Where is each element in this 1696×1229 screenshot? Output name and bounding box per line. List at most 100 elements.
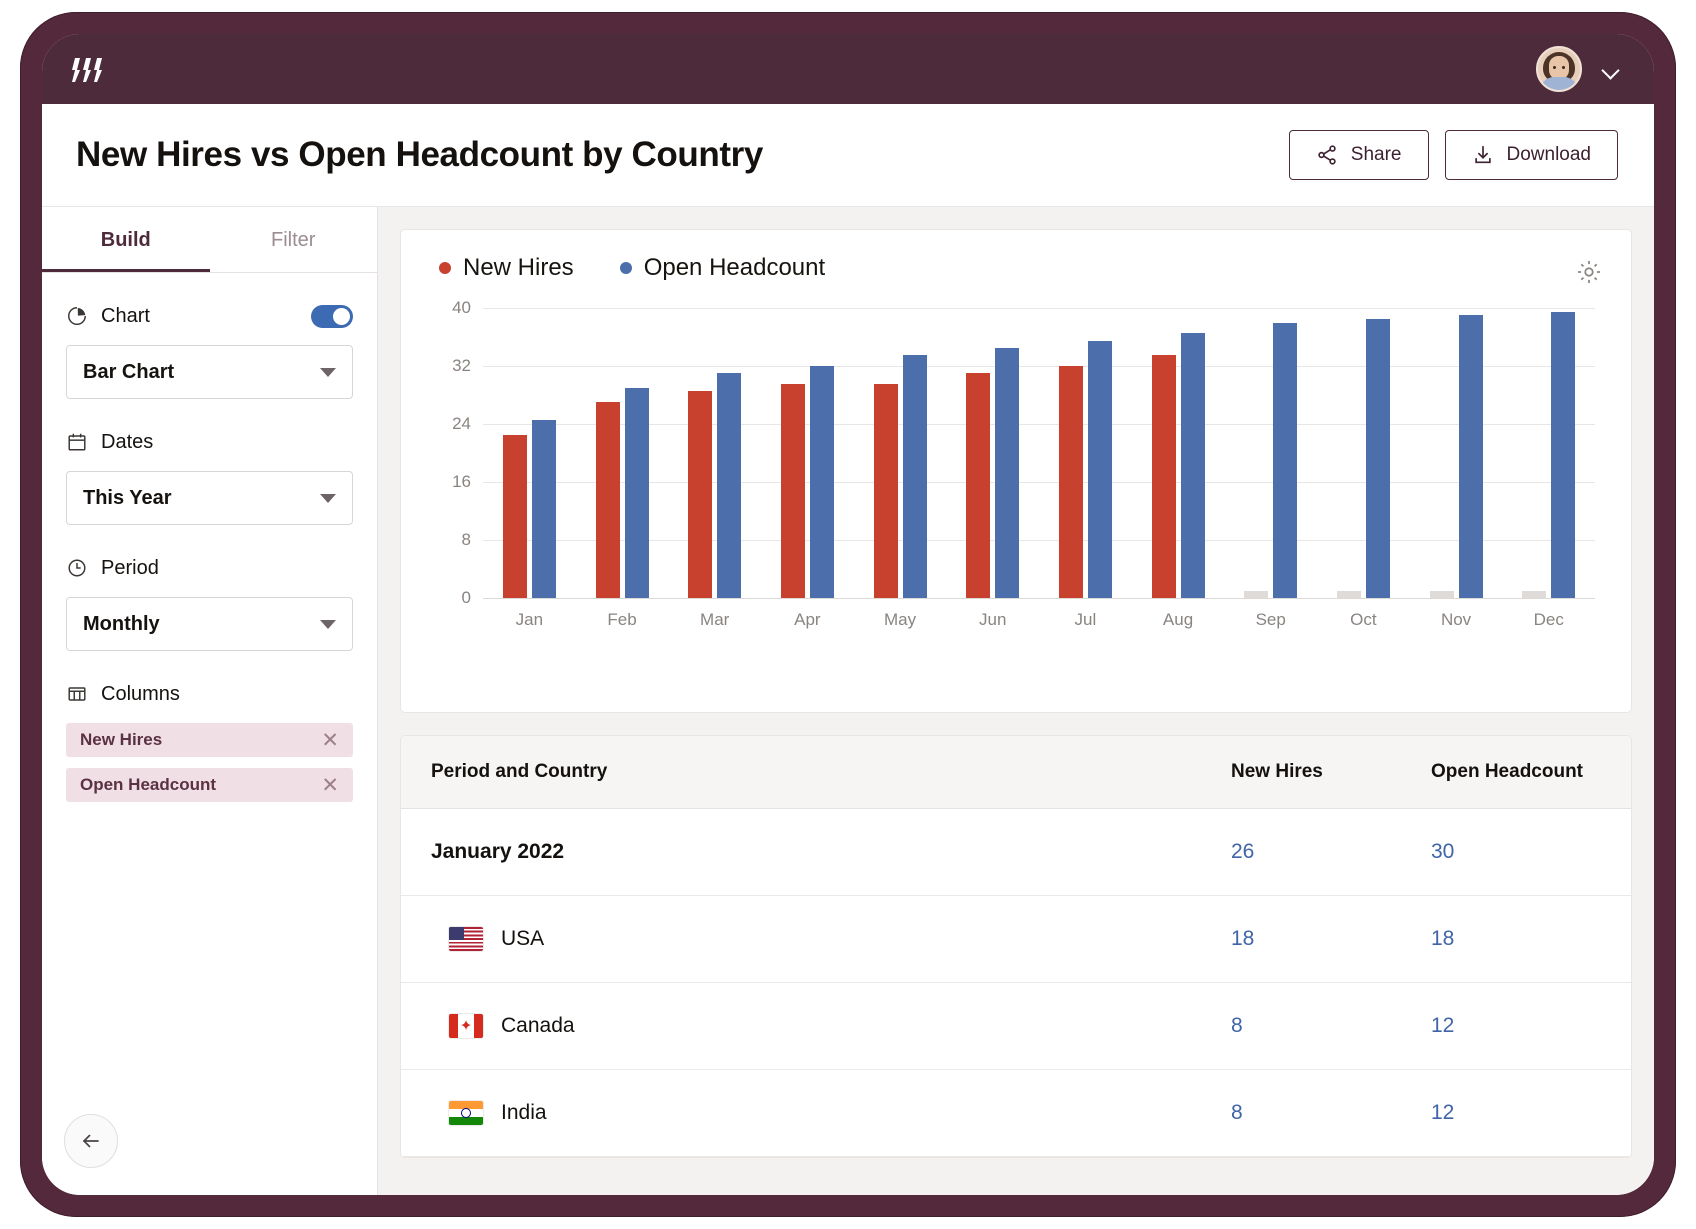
- table-cell-new-hires: 26: [1231, 840, 1431, 864]
- tablet-device-frame: New Hires vs Open Headcount by Country S…: [20, 12, 1676, 1217]
- chart-field: Chart Bar Chart: [66, 301, 353, 399]
- bar-open-headcount[interactable]: [810, 366, 834, 598]
- x-axis-tick: Sep: [1224, 610, 1317, 630]
- x-axis-tick: Jun: [946, 610, 1039, 630]
- remove-icon[interactable]: ✕: [321, 730, 339, 751]
- open-headcount-value[interactable]: 30: [1431, 840, 1454, 863]
- bar-new-hires[interactable]: [1059, 366, 1083, 598]
- bar-new-hires[interactable]: [1244, 591, 1268, 598]
- gear-icon[interactable]: [1575, 258, 1603, 286]
- bar-group: [761, 308, 854, 598]
- bar-new-hires[interactable]: [1152, 355, 1176, 598]
- legend-label: New Hires: [463, 254, 574, 282]
- period-select[interactable]: Monthly: [66, 597, 353, 651]
- bar-open-headcount[interactable]: [903, 355, 927, 598]
- x-axis-tick: Aug: [1132, 610, 1225, 630]
- period-value: Monthly: [83, 613, 160, 636]
- legend-item-open-headcount[interactable]: Open Headcount: [620, 254, 825, 282]
- share-label: Share: [1351, 144, 1402, 166]
- back-button[interactable]: [64, 1114, 118, 1168]
- bar-open-headcount[interactable]: [1273, 323, 1297, 599]
- new-hires-value[interactable]: 8: [1231, 1014, 1243, 1037]
- table-row[interactable]: India 8 12: [401, 1070, 1631, 1157]
- x-axis-tick: Jan: [483, 610, 576, 630]
- new-hires-value[interactable]: 26: [1231, 840, 1254, 863]
- bar-new-hires[interactable]: [1430, 591, 1454, 598]
- bar-new-hires[interactable]: [1522, 591, 1546, 598]
- download-label: Download: [1507, 144, 1592, 166]
- bar-group: [854, 308, 947, 598]
- download-button[interactable]: Download: [1445, 130, 1619, 180]
- table-body: January 20222630USA1818✦Canada812India81…: [401, 809, 1631, 1157]
- page-header: New Hires vs Open Headcount by Country S…: [42, 104, 1654, 207]
- chip-label: Open Headcount: [80, 775, 216, 795]
- table-cell-new-hires: 8: [1231, 1101, 1431, 1125]
- tab-build[interactable]: Build: [42, 207, 210, 272]
- bar-open-headcount[interactable]: [1459, 315, 1483, 598]
- dates-select[interactable]: This Year: [66, 471, 353, 525]
- x-axis-tick: Nov: [1410, 610, 1503, 630]
- new-hires-value[interactable]: 8: [1231, 1101, 1243, 1124]
- open-headcount-value[interactable]: 18: [1431, 927, 1454, 950]
- calendar-icon: [66, 431, 88, 453]
- bar-new-hires[interactable]: [1337, 591, 1361, 598]
- columns-field: Columns New Hires ✕ Open Headcount ✕: [66, 679, 353, 802]
- table-row[interactable]: USA1818: [401, 896, 1631, 983]
- bar-group: [1410, 308, 1503, 598]
- chevron-down-icon: [320, 494, 336, 503]
- bar-new-hires[interactable]: [596, 402, 620, 598]
- open-headcount-value[interactable]: 12: [1431, 1014, 1454, 1037]
- logo-stroke-1: [72, 58, 80, 82]
- chevron-down-icon[interactable]: [1602, 60, 1620, 78]
- table-cell-period: USA: [401, 927, 1231, 951]
- sidebar-controls: Chart Bar Chart: [42, 273, 377, 830]
- bar-open-headcount[interactable]: [1366, 319, 1390, 598]
- table-row[interactable]: January 2022 26 30: [401, 809, 1631, 896]
- x-axis-tick: Apr: [761, 610, 854, 630]
- avatar[interactable]: [1536, 46, 1582, 92]
- table-cell-open-headcount: 12: [1431, 1014, 1631, 1038]
- app-bar-right: [1536, 46, 1620, 92]
- remove-icon[interactable]: ✕: [321, 775, 339, 796]
- dates-value: This Year: [83, 487, 172, 510]
- flag-icon-ca: ✦: [449, 1014, 483, 1038]
- column-chip-new-hires[interactable]: New Hires ✕: [66, 723, 353, 757]
- y-axis-labels: 0816243240: [431, 308, 471, 598]
- header-actions: Share Download: [1289, 130, 1618, 180]
- row-label: January 2022: [431, 840, 564, 864]
- row-label: Canada: [501, 1014, 575, 1038]
- column-chip-open-headcount[interactable]: Open Headcount ✕: [66, 768, 353, 802]
- share-button[interactable]: Share: [1289, 130, 1429, 180]
- x-axis-labels: JanFebMarAprMayJunJulAugSepOctNovDec: [483, 610, 1595, 630]
- chart-toggle[interactable]: [311, 305, 353, 328]
- bar-open-headcount[interactable]: [1088, 341, 1112, 598]
- x-axis-tick: Jul: [1039, 610, 1132, 630]
- bar-new-hires[interactable]: [874, 384, 898, 598]
- bar-open-headcount[interactable]: [1551, 312, 1575, 598]
- legend-item-new-hires[interactable]: New Hires: [439, 254, 574, 282]
- bar-open-headcount[interactable]: [1181, 333, 1205, 598]
- bar-new-hires[interactable]: [503, 435, 527, 598]
- bar-new-hires[interactable]: [966, 373, 990, 598]
- bar-new-hires[interactable]: [781, 384, 805, 598]
- dates-label: Dates: [101, 431, 153, 454]
- new-hires-value[interactable]: 18: [1231, 927, 1254, 950]
- bar-group: [1502, 308, 1595, 598]
- bar-new-hires[interactable]: [688, 391, 712, 598]
- open-headcount-value[interactable]: 12: [1431, 1101, 1454, 1124]
- bar-open-headcount[interactable]: [717, 373, 741, 598]
- arrow-left-icon: [79, 1129, 103, 1153]
- pie-chart-icon: [66, 305, 88, 327]
- bar-open-headcount[interactable]: [995, 348, 1019, 598]
- table-row[interactable]: ✦ Canada 8 12: [401, 983, 1631, 1070]
- tab-filter[interactable]: Filter: [210, 207, 378, 272]
- chart-field-label: Chart: [66, 301, 353, 331]
- bar-open-headcount[interactable]: [532, 420, 556, 598]
- rippling-logo[interactable]: [72, 56, 102, 82]
- chart-type-select[interactable]: Bar Chart: [66, 345, 353, 399]
- chart-type-value: Bar Chart: [83, 361, 174, 384]
- bar-open-headcount[interactable]: [625, 388, 649, 598]
- chart-plot-area: 0816243240 JanFebMarAprMayJunJulAugSepOc…: [431, 308, 1601, 598]
- logo-stroke-2: [83, 58, 91, 82]
- row-label: India: [501, 1101, 547, 1125]
